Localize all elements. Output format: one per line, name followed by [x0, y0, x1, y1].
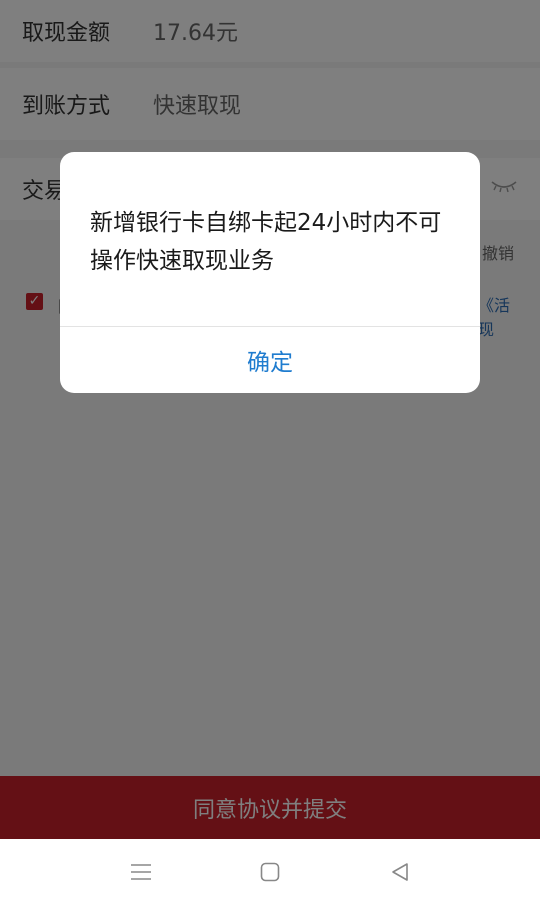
confirm-button[interactable]: 确定 — [60, 327, 480, 393]
home-icon[interactable] — [250, 855, 290, 889]
system-nav-bar — [0, 839, 540, 906]
alert-dialog: 新增银行卡自绑卡起24小时内不可操作快速取现业务 确定 — [60, 152, 480, 393]
menu-icon[interactable] — [121, 855, 161, 889]
modal-overlay — [0, 0, 540, 839]
dialog-message: 新增银行卡自绑卡起24小时内不可操作快速取现业务 — [90, 210, 442, 274]
back-icon[interactable] — [380, 855, 420, 889]
